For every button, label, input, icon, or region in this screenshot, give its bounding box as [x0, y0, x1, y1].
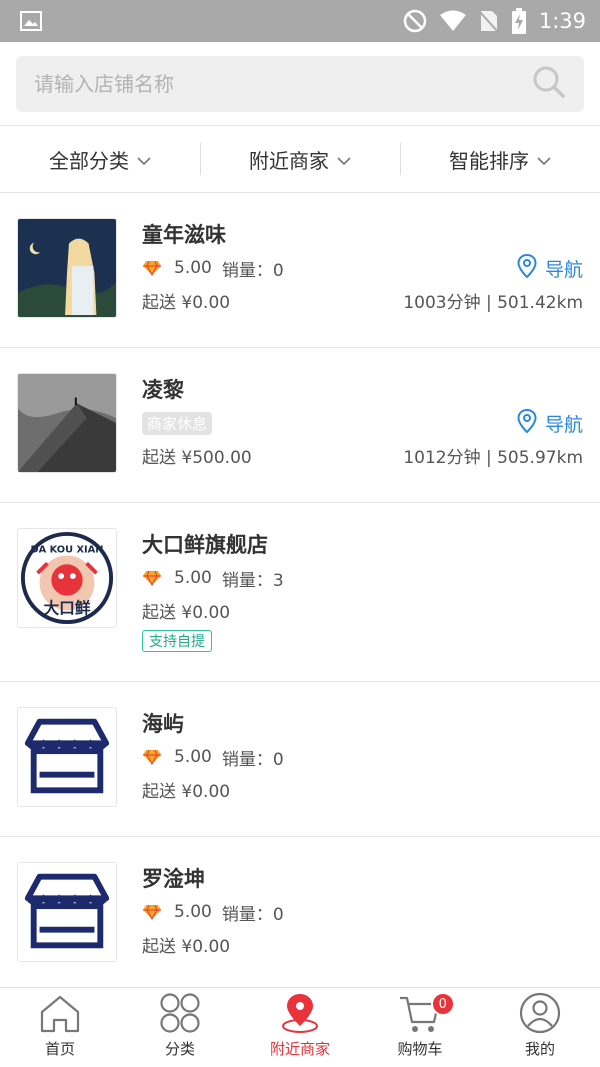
store-closed-tag: 商家休息: [142, 411, 213, 435]
store-rating: 5.00: [174, 902, 212, 922]
filter-sort[interactable]: 智能排序: [400, 143, 600, 175]
store-thumbnail: [17, 218, 117, 318]
store-name: 童年滋味: [142, 223, 226, 247]
user-icon: [519, 992, 561, 1038]
store-name: 罗淦坤: [142, 867, 205, 891]
no-sim-icon: [479, 9, 499, 33]
tab-profile[interactable]: 我的: [480, 988, 600, 1067]
store-item[interactable]: 童年滋味 5.00 销量：0 导航 起送 ¥0.00 1003分钟 | 501.…: [0, 193, 600, 348]
store-sales: 销量：0: [221, 749, 284, 770]
cart-badge: 0: [430, 992, 455, 1016]
home-icon: [38, 994, 82, 1038]
location-pin-icon: [280, 992, 320, 1038]
tab-cart[interactable]: 0 购物车: [360, 988, 480, 1067]
filter-bar: 全部分类 附近商家 智能排序: [0, 126, 600, 193]
filter-nearby[interactable]: 附近商家: [200, 143, 400, 175]
tab-label: 首页: [44, 1040, 75, 1058]
store-rating: 5.00: [174, 258, 212, 278]
chevron-down-icon: [137, 147, 151, 171]
store-item[interactable]: DA KOU XIAN 大口鲜 大口鲜旗舰店 5.00 销量：3 起送 ¥0.0…: [0, 503, 600, 682]
tab-label: 分类: [164, 1040, 195, 1058]
store-name: 大口鲜旗舰店: [142, 533, 268, 557]
category-icon: [159, 992, 201, 1038]
chevron-down-icon: [537, 147, 551, 171]
filter-category[interactable]: 全部分类: [0, 145, 200, 174]
search-box[interactable]: [16, 56, 584, 112]
min-order: 起送 ¥500.00: [142, 447, 252, 468]
store-sales: 销量：0: [221, 904, 284, 925]
filter-label: 智能排序: [449, 148, 529, 173]
store-thumbnail: [17, 707, 117, 807]
store-sales: 销量：0: [221, 260, 284, 281]
clock-time: 1:39: [538, 9, 586, 33]
tab-label: 我的: [524, 1040, 555, 1058]
navigate-button[interactable]: 导航: [517, 253, 583, 283]
status-bar: 1:39: [0, 0, 600, 42]
filter-label: 全部分类: [49, 148, 129, 173]
store-logo: DA KOU XIAN 大口鲜: [17, 528, 117, 628]
navigate-label: 导航: [544, 413, 583, 436]
min-order: 起送 ¥0.00: [142, 602, 231, 623]
store-rating: 5.00: [174, 747, 212, 767]
store-distance: 1003分钟 | 501.42km: [403, 292, 583, 313]
chevron-down-icon: [337, 147, 351, 171]
pickup-tag: 支持自提: [142, 630, 212, 652]
tab-label: 购物车: [397, 1040, 443, 1058]
store-list: 童年滋味 5.00 销量：0 导航 起送 ¥0.00 1003分钟 | 501.…: [0, 193, 600, 992]
navigate-label: 导航: [544, 258, 583, 281]
store-thumbnail: [17, 862, 117, 962]
location-pin-icon: [517, 408, 537, 438]
logo-lettering: DA KOU XIAN: [31, 545, 104, 556]
gallery-notification-icon: [20, 11, 42, 31]
store-sales: 销量：3: [221, 570, 284, 591]
rating-gem-icon: [142, 904, 174, 920]
tab-label: 附近商家: [269, 1040, 330, 1058]
bottom-tab-bar: 首页 分类 附近商家 0 购物车 我的: [0, 987, 600, 1067]
store-name: 海屿: [142, 712, 184, 736]
search-input[interactable]: [34, 72, 532, 96]
store-item[interactable]: 凌黎 商家休息 导航 起送 ¥500.00 1012分钟 | 505.97km: [0, 348, 600, 503]
do-not-disturb-icon: [403, 9, 427, 33]
wifi-icon: [439, 10, 467, 32]
rating-gem-icon: [142, 570, 174, 586]
store-rating: 5.00: [174, 568, 212, 588]
navigate-button[interactable]: 导航: [517, 408, 583, 438]
logo-lettering-cn: 大口鲜: [43, 598, 90, 617]
tab-home[interactable]: 首页: [0, 988, 120, 1067]
filter-label: 附近商家: [249, 148, 329, 173]
location-pin-icon: [517, 253, 537, 283]
tab-nearby[interactable]: 附近商家: [240, 988, 360, 1067]
store-item[interactable]: 海屿 5.00 销量：0 起送 ¥0.00: [0, 682, 600, 837]
store-thumbnail: [17, 373, 117, 473]
store-item[interactable]: 罗淦坤 5.00 销量：0 起送 ¥0.00: [0, 837, 600, 992]
min-order: 起送 ¥0.00: [142, 292, 231, 313]
rating-gem-icon: [142, 260, 174, 276]
tab-category[interactable]: 分类: [120, 988, 240, 1067]
search-icon[interactable]: [532, 65, 566, 103]
rating-gem-icon: [142, 749, 174, 765]
search-area: [0, 42, 600, 126]
min-order: 起送 ¥0.00: [142, 781, 231, 802]
store-distance: 1012分钟 | 505.97km: [403, 447, 583, 468]
battery-charging-icon: [511, 8, 527, 34]
store-name: 凌黎: [142, 378, 184, 402]
min-order: 起送 ¥0.00: [142, 936, 231, 957]
